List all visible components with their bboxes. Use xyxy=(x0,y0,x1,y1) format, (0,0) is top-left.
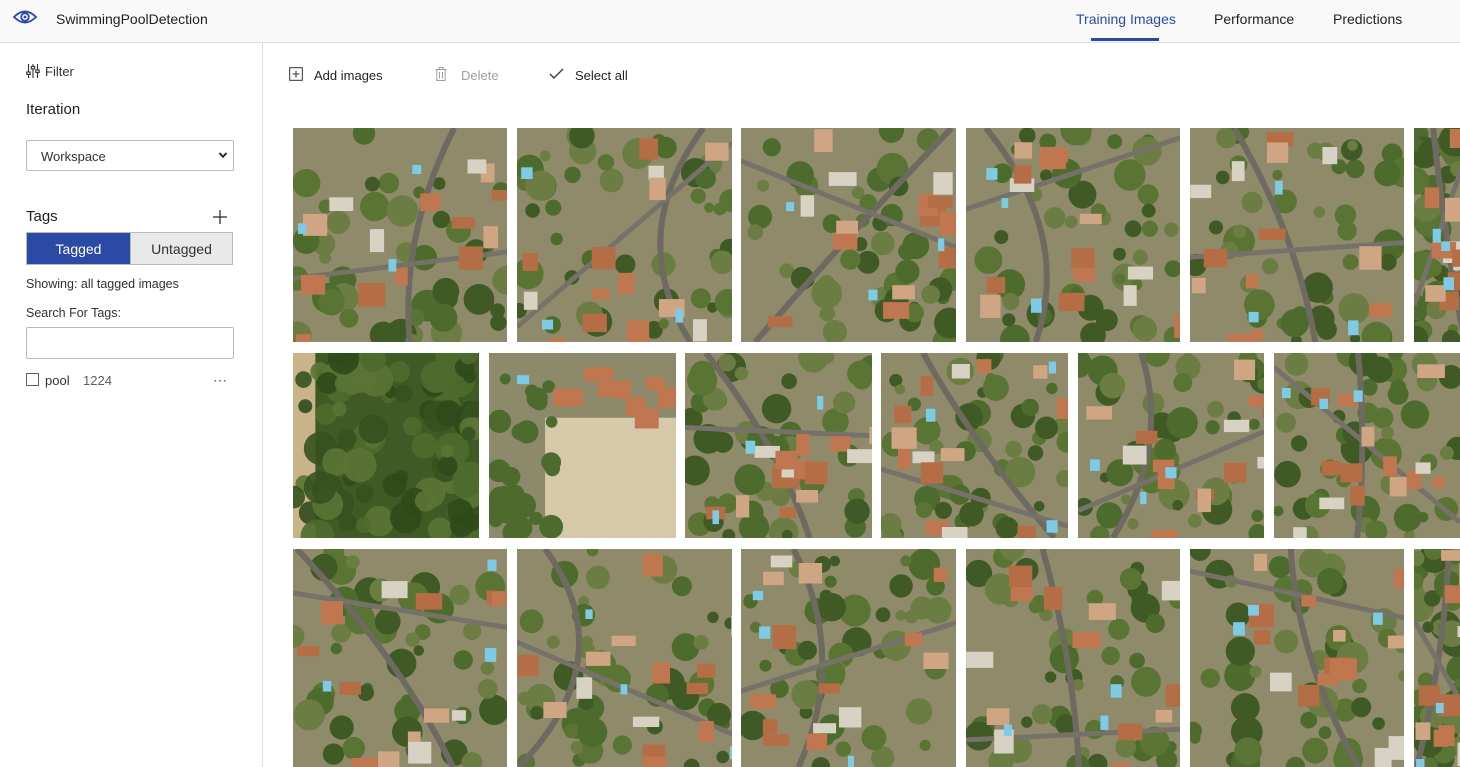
aerial-image xyxy=(293,353,479,538)
image-thumbnail[interactable] xyxy=(293,353,479,538)
image-thumbnail[interactable] xyxy=(293,549,507,767)
aerial-image xyxy=(966,549,1180,767)
image-thumbnail[interactable] xyxy=(741,128,956,342)
aerial-image xyxy=(517,128,732,342)
tagged-untagged-toggle: Tagged Untagged xyxy=(26,232,233,265)
select-all-label: Select all xyxy=(575,68,628,83)
aerial-image xyxy=(1274,353,1460,538)
image-thumbnail[interactable] xyxy=(1078,353,1264,538)
aerial-image xyxy=(293,549,507,767)
image-thumbnail[interactable] xyxy=(881,353,1068,538)
image-thumbnail[interactable] xyxy=(293,128,507,342)
aerial-image xyxy=(1190,128,1404,342)
more-options-icon[interactable]: ⋯ xyxy=(213,372,228,389)
iteration-heading: Iteration xyxy=(26,101,81,118)
aerial-image xyxy=(1078,353,1264,538)
active-tab-indicator xyxy=(1091,38,1159,41)
search-tags-label: Search For Tags: xyxy=(26,306,121,320)
image-thumbnail[interactable] xyxy=(1190,549,1404,767)
aerial-image xyxy=(489,353,676,538)
tag-checkbox[interactable] xyxy=(26,373,39,386)
showing-status-text: Showing: all tagged images xyxy=(26,277,179,291)
aerial-image xyxy=(517,549,732,767)
image-thumbnail[interactable] xyxy=(966,128,1180,342)
iteration-selected-value: Workspace xyxy=(41,149,106,164)
image-gallery xyxy=(293,128,1460,767)
iteration-dropdown[interactable]: Workspace xyxy=(26,140,234,171)
aerial-image xyxy=(1414,128,1460,342)
tag-count: 1224 xyxy=(83,373,112,388)
tab-predictions[interactable]: Predictions xyxy=(1333,11,1402,27)
image-thumbnail[interactable] xyxy=(1414,128,1460,342)
chevron-down-icon xyxy=(218,152,228,159)
sidebar: Filter Iteration Workspace Tags Tagged U… xyxy=(0,43,263,767)
image-thumbnail[interactable] xyxy=(517,128,732,342)
image-thumbnail[interactable] xyxy=(966,549,1180,767)
add-images-label: Add images xyxy=(314,68,383,83)
aerial-image xyxy=(1414,549,1460,767)
eye-logo-icon xyxy=(12,10,38,24)
tags-heading: Tags xyxy=(26,208,58,225)
filter-sliders-icon xyxy=(26,64,40,78)
top-bar: SwimmingPoolDetection Training Images Pe… xyxy=(0,0,1460,43)
image-thumbnail[interactable] xyxy=(685,353,872,538)
image-thumbnail[interactable] xyxy=(741,549,956,767)
aerial-image xyxy=(881,353,1068,538)
aerial-image xyxy=(293,128,507,342)
image-thumbnail[interactable] xyxy=(1274,353,1460,538)
tag-name: pool xyxy=(45,373,70,388)
image-thumbnail[interactable] xyxy=(489,353,676,538)
add-images-icon xyxy=(289,67,303,81)
add-tag-icon[interactable] xyxy=(212,209,228,225)
tagged-button[interactable]: Tagged xyxy=(27,233,130,264)
untagged-button[interactable]: Untagged xyxy=(130,233,232,264)
delete-label: Delete xyxy=(461,68,499,83)
aerial-image xyxy=(685,353,872,538)
checkmark-icon xyxy=(549,68,564,79)
image-thumbnail[interactable] xyxy=(517,549,732,767)
aerial-image xyxy=(1190,549,1404,767)
tag-list-item: pool 1224 ⋯ xyxy=(26,372,234,390)
aerial-image xyxy=(966,128,1180,342)
search-tags-input[interactable] xyxy=(26,327,234,359)
aerial-image xyxy=(741,549,956,767)
filter-label: Filter xyxy=(45,64,74,79)
tab-training-images[interactable]: Training Images xyxy=(1076,11,1176,27)
aerial-image xyxy=(741,128,956,342)
project-title: SwimmingPoolDetection xyxy=(56,11,208,27)
image-thumbnail[interactable] xyxy=(1190,128,1404,342)
tab-performance[interactable]: Performance xyxy=(1214,11,1294,27)
image-thumbnail[interactable] xyxy=(1414,549,1460,767)
trash-icon xyxy=(435,67,447,81)
